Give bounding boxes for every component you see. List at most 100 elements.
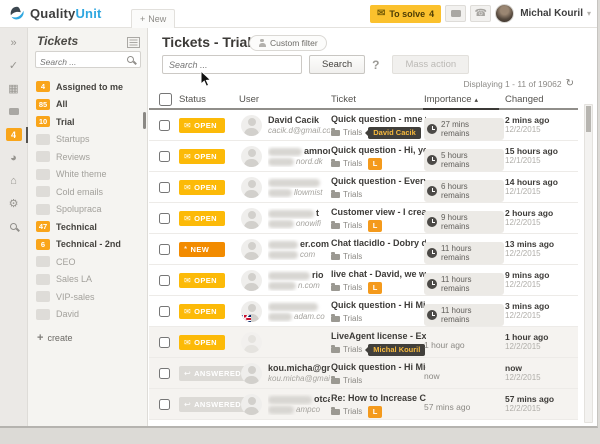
ticket-subject[interactable]: Quick question - Everythi bbox=[331, 176, 426, 188]
row-checkbox[interactable] bbox=[159, 306, 170, 317]
ticket-search-input[interactable] bbox=[162, 55, 302, 74]
select-all-checkbox[interactable] bbox=[159, 93, 172, 106]
ticket-cell: Quick question - Hi, yes y Trials L bbox=[331, 145, 426, 170]
help-icon[interactable]: ? bbox=[372, 58, 379, 72]
redacted-text bbox=[268, 251, 298, 259]
table-row[interactable]: ✉ OPEN rio n.com live chat - David, we w… bbox=[149, 265, 578, 296]
scrollbar-thumb[interactable] bbox=[586, 106, 591, 132]
rail-chat-button[interactable] bbox=[0, 100, 27, 123]
sidebar-item[interactable]: Cold emails bbox=[28, 183, 147, 201]
sidebar-item[interactable]: CEO bbox=[28, 253, 147, 271]
row-checkbox[interactable] bbox=[159, 120, 170, 131]
ticket-subject[interactable]: Re: How to Increase Chat bbox=[331, 393, 426, 405]
col-status[interactable]: Status bbox=[179, 94, 206, 105]
rail-tasks-button[interactable]: ✓ bbox=[0, 54, 27, 77]
ticket-subject[interactable]: Quick question - Hi Micha bbox=[331, 300, 426, 312]
table-row[interactable]: ↩ ANSWERED kou.micha@gmail kou.micha@gma… bbox=[149, 358, 578, 389]
sidebar-count-badge bbox=[36, 309, 50, 320]
sidebar-item[interactable]: VIP-sales bbox=[28, 288, 147, 306]
rail-search-button[interactable] bbox=[0, 215, 27, 238]
sidebar-item[interactable]: 4 Assigned to me bbox=[28, 78, 147, 96]
mouse-cursor bbox=[200, 70, 212, 88]
bank-icon: ⌂ bbox=[10, 175, 17, 187]
phone-button[interactable]: ☎ bbox=[470, 5, 491, 22]
user-avatar[interactable] bbox=[495, 4, 514, 23]
sidebar-item-label: Startups bbox=[56, 134, 90, 144]
rail-customers-button[interactable]: ⌂ bbox=[0, 169, 27, 192]
table-row[interactable]: ✉ OPEN amnor nord.dk Quick question - Hi… bbox=[149, 141, 578, 172]
sidebar-item-label: All bbox=[56, 99, 68, 109]
sidebar-item[interactable]: David bbox=[28, 306, 147, 324]
search-icon[interactable] bbox=[127, 56, 134, 63]
table-row[interactable]: ✉ OPEN LiveAgent license - Expire Trials… bbox=[149, 327, 578, 358]
row-checkbox[interactable] bbox=[159, 213, 170, 224]
sidebar-item[interactable]: 6 Technical - 2nd bbox=[28, 236, 147, 254]
changed-date: 12/2/2015 bbox=[505, 249, 554, 258]
status-badge: ✉ OPEN bbox=[179, 149, 225, 164]
user-name bbox=[268, 301, 330, 312]
to-solve-button[interactable]: ✉ To solve 4 bbox=[370, 5, 441, 23]
col-ticket[interactable]: Ticket bbox=[331, 94, 356, 105]
chat-button[interactable] bbox=[445, 5, 466, 22]
sidebar-item[interactable]: Startups bbox=[28, 131, 147, 149]
changed-cell: 57 mins ago 12/2/2015 bbox=[505, 394, 554, 413]
mass-action-button[interactable]: Mass action bbox=[392, 55, 469, 74]
table-row[interactable]: ✉ OPEN t onowifi Customer view - I creat… bbox=[149, 203, 578, 234]
importance-cell: 57 mins ago bbox=[424, 397, 504, 415]
rail-tickets-button[interactable]: 4 bbox=[0, 123, 27, 146]
col-user[interactable]: User bbox=[239, 94, 259, 105]
row-checkbox[interactable] bbox=[159, 337, 170, 348]
ticket-subject[interactable]: Quick question - mne to r bbox=[331, 114, 426, 126]
sidebar-count-badge bbox=[36, 134, 50, 145]
create-filter-button[interactable]: + create bbox=[37, 332, 72, 344]
refresh-icon[interactable]: ↻ bbox=[566, 78, 574, 89]
rail-dashboard-button[interactable]: ▦ bbox=[0, 77, 27, 100]
table-row[interactable]: * NEW er.com com Chat tlacidlo - Dobry d… bbox=[149, 234, 578, 265]
changed-cell: 1 hour ago 12/2/2015 bbox=[505, 332, 548, 351]
rail-expand-button[interactable]: » bbox=[0, 31, 27, 54]
ticket-subject[interactable]: Chat tlacidlo - Dobry den bbox=[331, 238, 426, 250]
user-email: adam.co bbox=[268, 312, 330, 322]
row-checkbox[interactable] bbox=[159, 399, 170, 410]
table-scrollbar[interactable] bbox=[584, 104, 593, 423]
changed-date: 12/2/2015 bbox=[505, 404, 554, 413]
table-row[interactable]: ✉ OPEN llowmist Quick question - Everyth… bbox=[149, 172, 578, 203]
sidebar-scrollbar[interactable] bbox=[143, 112, 146, 129]
new-tab-button[interactable]: + New bbox=[131, 9, 175, 28]
sidebar-item-label: Technical - 2nd bbox=[56, 239, 121, 249]
row-checkbox[interactable] bbox=[159, 368, 170, 379]
sidebar-item[interactable]: Spolupraca bbox=[28, 201, 147, 219]
row-checkbox[interactable] bbox=[159, 151, 170, 162]
redacted-text bbox=[268, 282, 296, 290]
row-checkbox[interactable] bbox=[159, 244, 170, 255]
user-name[interactable]: Michal Kouril bbox=[520, 8, 583, 19]
ticket-subject[interactable]: Quick question - Hi, yes y bbox=[331, 145, 426, 157]
search-button[interactable]: Search bbox=[309, 55, 365, 74]
table-row[interactable]: ✉ OPEN David Cacik cacik.d@gmail.com Qui… bbox=[149, 110, 578, 141]
chevron-down-icon[interactable]: ▾ bbox=[587, 9, 591, 18]
user-name: kou.micha@gmail bbox=[268, 363, 330, 374]
ticket-meta: Trials bbox=[331, 312, 426, 325]
ticket-subject[interactable]: Customer view - I created bbox=[331, 207, 426, 219]
table-row[interactable]: ✉ OPEN adam.co Quick question - Hi Micha… bbox=[149, 296, 578, 327]
col-importance[interactable]: Importance▴ bbox=[424, 94, 478, 105]
table-row[interactable]: ↩ ANSWERED otcan ampco Re: How to Increa… bbox=[149, 389, 578, 420]
sidebar-search-input[interactable] bbox=[36, 55, 118, 70]
ticket-subject[interactable]: LiveAgent license - Expire bbox=[331, 331, 426, 343]
sidebar-item[interactable]: White theme bbox=[28, 166, 147, 184]
col-changed[interactable]: Changed bbox=[505, 94, 544, 105]
ticket-subject[interactable]: live chat - David, we will t bbox=[331, 269, 426, 281]
ticket-subject[interactable]: Quick question - Hi Micha bbox=[331, 362, 426, 374]
sidebar-item[interactable]: 85 All bbox=[28, 96, 147, 114]
rail-reports-button[interactable]: ◕ bbox=[0, 146, 27, 169]
sidebar-item[interactable]: 47 Technical bbox=[28, 218, 147, 236]
row-checkbox[interactable] bbox=[159, 275, 170, 286]
importance-badge: 6 hours remains bbox=[424, 180, 504, 202]
brand-name: QualityUnit bbox=[30, 6, 102, 21]
sidebar-item[interactable]: 10 Trial bbox=[28, 113, 147, 131]
sidebar-item[interactable]: Sales LA bbox=[28, 271, 147, 289]
custom-filter-button[interactable]: Custom filter bbox=[249, 35, 327, 51]
sidebar-item[interactable]: Reviews bbox=[28, 148, 147, 166]
row-checkbox[interactable] bbox=[159, 182, 170, 193]
rail-settings-button[interactable]: ⚙ bbox=[0, 192, 27, 215]
